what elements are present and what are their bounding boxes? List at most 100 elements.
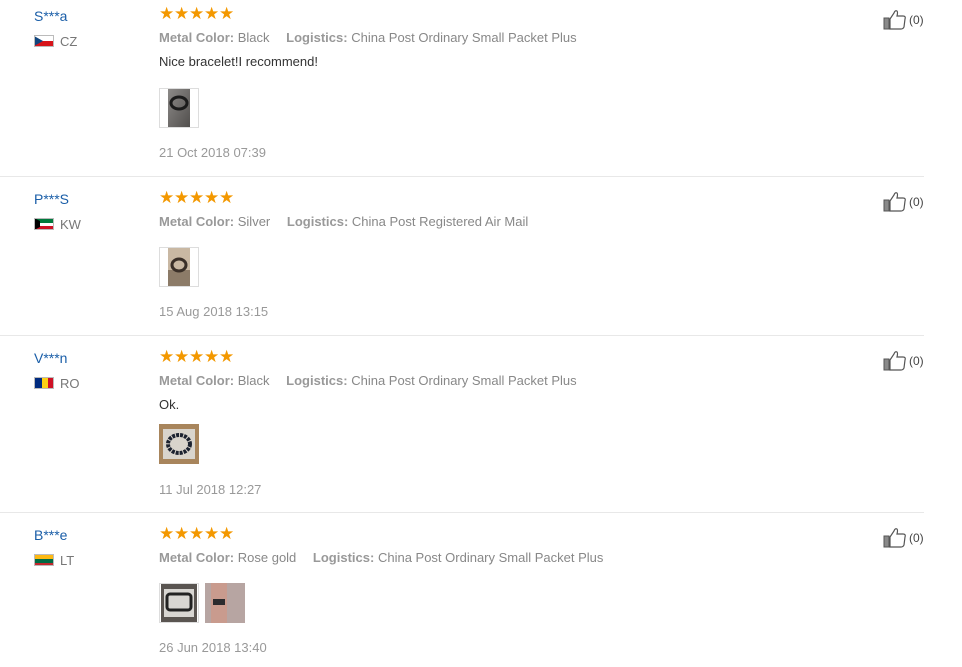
metal-color-value: Black <box>237 30 270 45</box>
bracelet-photo <box>168 248 190 286</box>
logistics-label: Logistics: <box>312 550 375 565</box>
logistics-label: Logistics: <box>286 373 348 388</box>
helpful-button[interactable]: (0) <box>883 192 924 212</box>
country-code: RO <box>60 375 80 391</box>
reviewer-info: V***n RO <box>34 349 144 391</box>
star-icon: ★ <box>174 4 190 23</box>
review-item: B***e LT ★ ★ ★ ★ ★ Metal Color: Rose gold Lo… <box>0 512 924 667</box>
thumbs-up-icon <box>883 10 906 30</box>
star-icon: ★ <box>204 524 220 543</box>
logistics-value: China Post Ordinary Small Packet Plus <box>351 373 577 388</box>
star-icon: ★ <box>174 347 190 366</box>
reviewer-name[interactable]: S***a <box>34 7 144 25</box>
country-code: LT <box>60 552 75 568</box>
star-icon: ★ <box>159 188 175 207</box>
reviewer-info: B***e LT <box>34 526 144 568</box>
review-item: V***n RO ★ ★ ★ ★ ★ Metal Color: Black Logist… <box>0 335 924 513</box>
helpful-button[interactable]: (0) <box>883 528 924 548</box>
order-info: Metal Color: Rose gold Logistics: China … <box>159 550 839 566</box>
review-content: ★ ★ ★ ★ ★ Metal Color: Black Logistics: Chin… <box>159 4 839 160</box>
order-info: Metal Color: Black Logistics: China Post… <box>159 373 839 389</box>
helpful-count: (0) <box>909 195 924 209</box>
star-icon: ★ <box>189 347 205 366</box>
reviewer-info: S***a CZ <box>34 7 144 49</box>
logistics-label: Logistics: <box>286 30 348 45</box>
review-date: 11 Jul 2018 12:27 <box>159 482 262 497</box>
review-photo-thumbnail[interactable] <box>159 583 199 623</box>
logistics-value: China Post Ordinary Small Packet Plus <box>351 30 577 45</box>
metal-color-label: Metal Color: <box>159 550 235 565</box>
star-icon: ★ <box>189 524 205 543</box>
reviewer-name[interactable]: V***n <box>34 349 144 367</box>
reviewer-info: P***S KW <box>34 190 144 232</box>
review-content: ★ ★ ★ ★ ★ Metal Color: Black Logistics: Chin… <box>159 347 839 497</box>
star-icon: ★ <box>219 4 235 23</box>
star-rating: ★ ★ ★ ★ ★ <box>159 188 839 207</box>
bracelet-photo <box>168 89 190 127</box>
review-text: Ok. <box>159 397 180 412</box>
review-item: P***S KW ★ ★ ★ ★ ★ Metal Color: Silver Logis… <box>0 176 924 336</box>
reviewer-country: RO <box>34 375 144 391</box>
lithuania-flag-icon <box>34 554 54 566</box>
review-photo-thumbnail[interactable] <box>205 583 245 623</box>
romania-flag-icon <box>34 377 54 389</box>
review-date: 26 Jun 2018 13:40 <box>159 640 267 655</box>
thumbs-up-icon <box>883 528 906 548</box>
star-icon: ★ <box>204 188 220 207</box>
star-icon: ★ <box>174 188 190 207</box>
star-icon: ★ <box>204 4 220 23</box>
review-text: Nice bracelet!I recommend! <box>159 54 318 69</box>
metal-color-value: Rose gold <box>237 550 297 565</box>
star-icon: ★ <box>159 524 175 543</box>
czech-flag-icon <box>34 35 54 47</box>
helpful-count: (0) <box>909 531 924 545</box>
reviewer-country: CZ <box>34 33 144 49</box>
order-info: Metal Color: Silver Logistics: China Pos… <box>159 214 839 230</box>
reviewer-name[interactable]: B***e <box>34 526 144 544</box>
star-icon: ★ <box>189 4 205 23</box>
metal-color-label: Metal Color: <box>159 214 235 229</box>
helpful-button[interactable]: (0) <box>883 10 924 30</box>
star-icon: ★ <box>174 524 190 543</box>
thumbs-up-icon <box>883 351 906 371</box>
logistics-label: Logistics: <box>286 214 349 229</box>
review-photos <box>159 424 199 464</box>
review-photos <box>159 247 199 287</box>
reviewer-country: LT <box>34 552 144 568</box>
helpful-count: (0) <box>909 13 924 27</box>
star-rating: ★ ★ ★ ★ ★ <box>159 524 839 543</box>
star-icon: ★ <box>219 347 235 366</box>
thumbs-up-icon <box>883 192 906 212</box>
logistics-value: China Post Registered Air Mail <box>351 214 529 229</box>
star-icon: ★ <box>219 188 235 207</box>
review-photos <box>159 88 199 128</box>
review-photo-thumbnail[interactable] <box>159 424 199 464</box>
reviewer-name[interactable]: P***S <box>34 190 144 208</box>
review-content: ★ ★ ★ ★ ★ Metal Color: Silver Logistics: Chi… <box>159 188 839 319</box>
helpful-count: (0) <box>909 354 924 368</box>
metal-color-label: Metal Color: <box>159 30 235 45</box>
review-photo-thumbnail[interactable] <box>159 88 199 128</box>
review-content: ★ ★ ★ ★ ★ Metal Color: Rose gold Logistics: … <box>159 524 839 655</box>
logistics-value: China Post Ordinary Small Packet Plus <box>377 550 604 565</box>
star-icon: ★ <box>189 188 205 207</box>
review-photos <box>159 583 245 623</box>
star-icon: ★ <box>159 4 175 23</box>
metal-color-value: Black <box>237 373 270 388</box>
order-info: Metal Color: Black Logistics: China Post… <box>159 30 839 46</box>
bracelet-photo <box>159 424 199 464</box>
country-code: KW <box>60 216 81 232</box>
star-rating: ★ ★ ★ ★ ★ <box>159 4 839 23</box>
review-date: 15 Aug 2018 13:15 <box>159 304 269 319</box>
review-photo-thumbnail[interactable] <box>159 247 199 287</box>
star-rating: ★ ★ ★ ★ ★ <box>159 347 839 366</box>
review-item: S***a CZ ★ ★ ★ ★ ★ Metal Color: Black Logist… <box>0 0 924 177</box>
helpful-button[interactable]: (0) <box>883 351 924 371</box>
kuwait-flag-icon <box>34 218 54 230</box>
star-icon: ★ <box>204 347 220 366</box>
star-icon: ★ <box>219 524 235 543</box>
star-icon: ★ <box>159 347 175 366</box>
metal-color-value: Silver <box>237 214 271 229</box>
reviewer-country: KW <box>34 216 144 232</box>
country-code: CZ <box>60 33 78 49</box>
